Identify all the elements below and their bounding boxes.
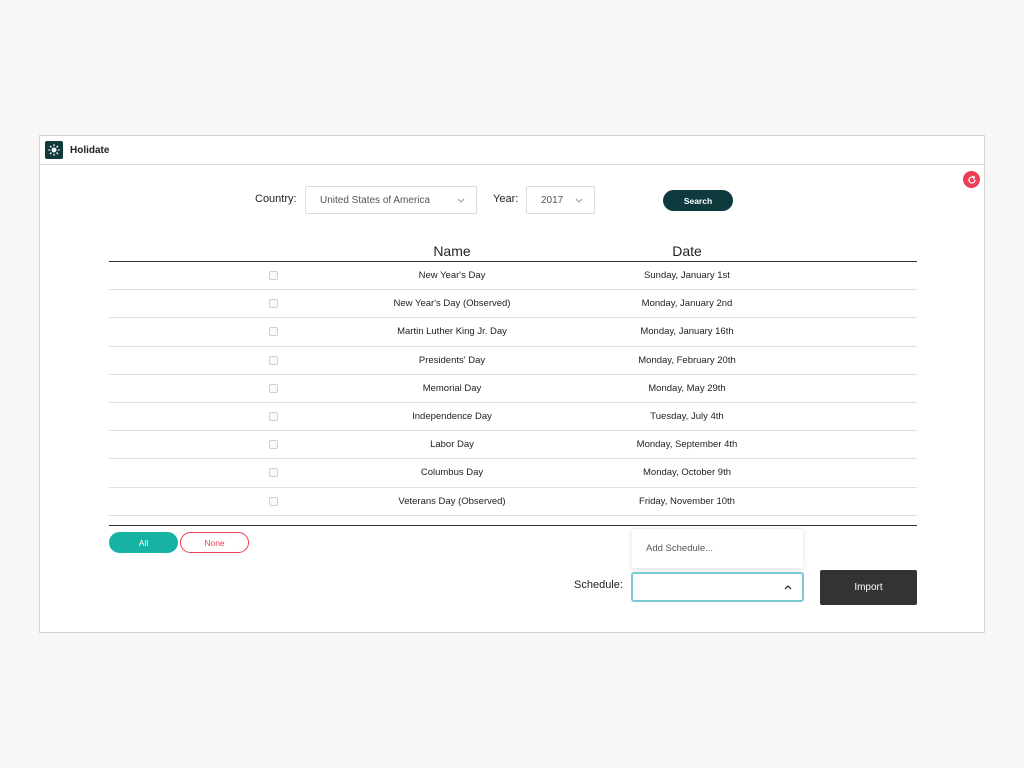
table-row[interactable]: Columbus Day Monday, October 9th	[109, 459, 917, 488]
country-value: United States of America	[320, 194, 431, 206]
table-body: New Year's Day Sunday, January 1st New Yea…	[109, 262, 917, 516]
holiday-name: Presidents' Day	[418, 354, 486, 366]
refresh-icon	[967, 175, 976, 184]
holiday-date: Monday, October 9th	[642, 467, 732, 479]
holiday-date: Friday, November 10th	[639, 495, 735, 507]
table-row[interactable]: Veterans Day (Observed) Friday, November …	[109, 488, 917, 516]
holiday-name: Columbus Day	[420, 467, 484, 479]
holiday-name: Memorial Day	[422, 382, 482, 394]
holiday-name: New Year's Day (Observed)	[393, 298, 511, 310]
table-row[interactable]: Labor Day Monday, September 4th	[109, 431, 917, 460]
row-checkbox[interactable]	[269, 355, 278, 365]
holiday-date: Monday, September 4th	[636, 439, 738, 451]
refresh-button[interactable]	[963, 171, 980, 188]
table-row[interactable]: Memorial Day Monday, May 29th	[109, 375, 917, 403]
year-value: 2017	[541, 194, 564, 206]
table-header: Name Date	[109, 240, 917, 262]
holiday-name: Martin Luther King Jr. Day	[397, 326, 507, 338]
schedule-select[interactable]	[631, 572, 804, 602]
row-checkbox[interactable]	[269, 468, 278, 478]
holiday-table: Name Date New Year's Day Sunday, January …	[109, 240, 917, 526]
table-row[interactable]: Martin Luther King Jr. Day Monday, Januar…	[109, 318, 917, 347]
holiday-date: Monday, February 20th	[638, 354, 736, 366]
row-checkbox[interactable]	[269, 271, 278, 280]
sun-icon	[45, 141, 63, 159]
holiday-date: Tuesday, July 4th	[650, 410, 724, 422]
row-checkbox[interactable]	[269, 440, 278, 450]
app-title: Holidate	[70, 144, 110, 156]
chevron-down-icon	[456, 195, 466, 205]
holiday-date: Monday, January 2nd	[641, 298, 733, 310]
row-checkbox[interactable]	[269, 299, 278, 309]
holiday-name: New Year's Day	[418, 270, 486, 281]
country-select[interactable]: United States of America	[305, 186, 477, 214]
chevron-down-icon	[574, 195, 584, 205]
row-checkbox[interactable]	[269, 496, 278, 506]
row-checkbox[interactable]	[269, 411, 278, 421]
table-row[interactable]: Independence Day Tuesday, July 4th	[109, 403, 917, 432]
holiday-name: Independence Day	[412, 410, 492, 422]
column-header-name: Name	[433, 243, 471, 259]
year-label: Year:	[493, 193, 519, 205]
holiday-name: Veterans Day (Observed)	[398, 495, 506, 507]
chevron-up-icon	[784, 584, 792, 590]
import-button[interactable]: Import	[820, 570, 917, 605]
column-header-date: Date	[672, 243, 702, 259]
table-row[interactable]: Presidents' Day Monday, February 20th	[109, 347, 917, 375]
row-checkbox[interactable]	[269, 383, 278, 393]
select-none-button[interactable]: None	[180, 532, 249, 553]
holiday-date: Sunday, January 1st	[644, 270, 730, 281]
row-checkbox[interactable]	[269, 327, 278, 337]
title-bar: Holidate	[40, 136, 984, 165]
schedule-dropdown-option-add[interactable]: Add Schedule...	[632, 528, 803, 568]
holiday-date: Monday, May 29th	[648, 382, 726, 394]
holiday-date: Monday, January 16th	[640, 326, 734, 338]
year-select[interactable]: 2017	[526, 186, 595, 214]
country-label: Country:	[255, 193, 297, 205]
table-row[interactable]: New Year's Day (Observed) Monday, January…	[109, 290, 917, 319]
search-button[interactable]: Search	[663, 190, 733, 211]
holiday-name: Labor Day	[430, 439, 474, 451]
select-all-button[interactable]: All	[109, 532, 178, 553]
holidate-window: Holidate Country: United States of Ameri…	[39, 135, 985, 633]
schedule-label: Schedule:	[574, 579, 623, 591]
table-row[interactable]: New Year's Day Sunday, January 1st	[109, 262, 917, 291]
